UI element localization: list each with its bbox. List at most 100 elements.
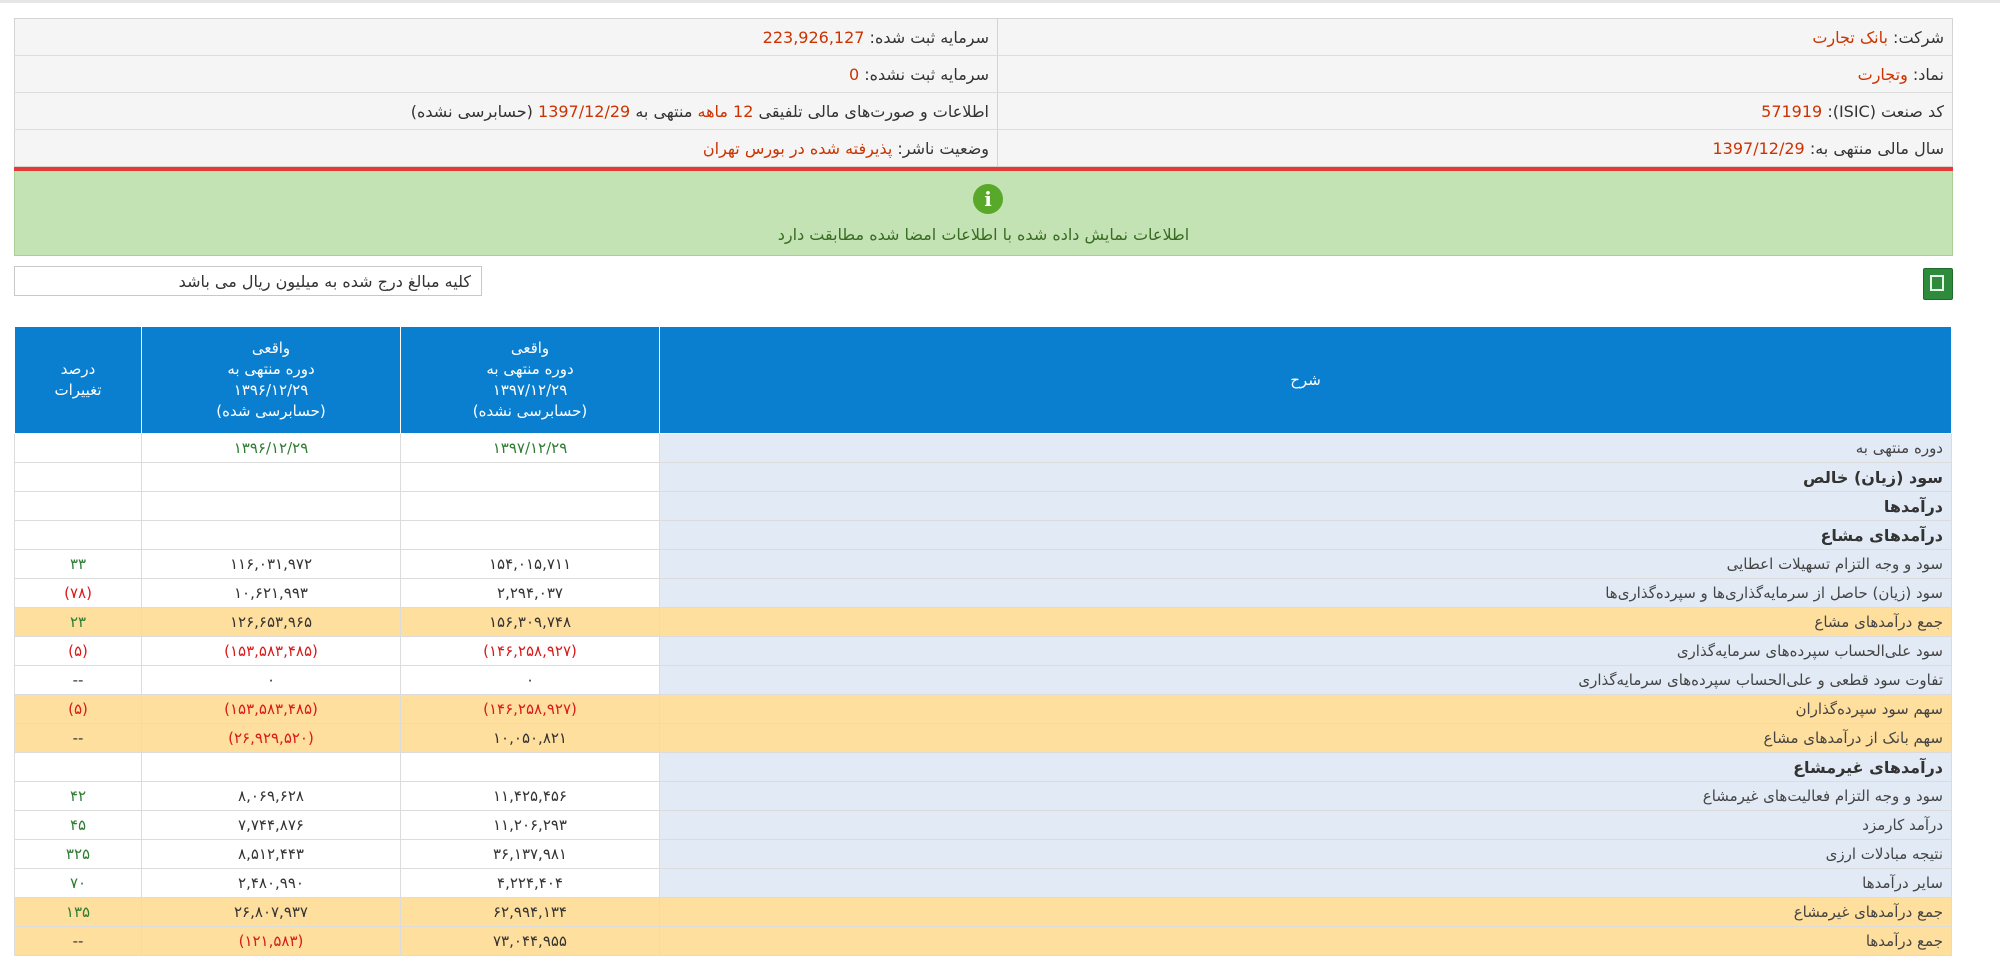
publisher-status-cell: وضعیت ناشر: پذیرفته شده در بورس تهران <box>15 130 998 167</box>
row-current-value: ۳۶,۱۳۷,۹۸۱ <box>400 839 660 869</box>
fiscal-year-label: سال مالی منتهی به: <box>1809 138 1944 158</box>
header-line: واقعی <box>510 339 550 357</box>
row-previous-value <box>141 491 401 521</box>
row-description: درآمد کارمزد <box>659 810 1952 840</box>
info-icon: i <box>973 184 1003 214</box>
row-current-value: ۰ <box>400 665 660 695</box>
row-description: دوره منتهی به <box>659 433 1952 463</box>
header-line: تغییرات <box>54 381 102 399</box>
row-current-value <box>400 462 660 492</box>
row-change-percent <box>14 491 142 521</box>
row-change-percent: ۱۳۵ <box>14 897 142 927</box>
row-description: جمع درآمدهای مشاع <box>659 607 1952 637</box>
row-current-value: ۷۳,۰۴۴,۹۵۵ <box>400 926 660 956</box>
row-previous-value: (۱۵۳,۵۸۳,۴۸۵) <box>141 694 401 724</box>
row-change-percent: (۵) <box>14 636 142 666</box>
header-line: دوره منتهی به <box>486 360 574 378</box>
unregistered-capital-value: 0 <box>848 64 860 84</box>
row-change-percent: (۷۸) <box>14 578 142 608</box>
header-line: ۱۳۹۶/۱۲/۲۹ <box>233 381 309 399</box>
row-previous-value <box>141 520 401 550</box>
header-line: دوره منتهی به <box>227 360 315 378</box>
table-header-row: شرح واقعی دوره منتهی به ۱۳۹۷/۱۲/۲۹ (حساب… <box>14 326 1952 434</box>
row-previous-value: ۲۶,۸۰۷,۹۳۷ <box>141 897 401 927</box>
table-row: نتیجه مبادلات ارزی ۳۶,۱۳۷,۹۸۱ ۸,۵۱۲,۴۴۳ ۳۲۵ <box>14 839 1952 869</box>
report-title-cell: اطلاعات و صورت‌های مالی تلفیقی 12 ماهه م… <box>14 92 998 130</box>
row-change-percent <box>14 520 142 550</box>
row-previous-value: ۱۰,۶۲۱,۹۹۳ <box>141 578 401 608</box>
header-line: (حسابرسی شده) <box>216 402 326 420</box>
symbol-cell: نماد: وتجارت <box>997 55 1953 93</box>
report-period: 12 ماهه <box>697 101 754 121</box>
info-row: نماد: وتجارت سرمایه ثبت نشده: 0 <box>14 55 1953 93</box>
table-row: جمع درآمدها ۷۳,۰۴۴,۹۵۵ (۱۲۱,۵۸۳) -- <box>14 926 1952 956</box>
row-description: سهم سود سپرده‌گذاران <box>659 694 1952 724</box>
row-previous-value: ۷,۷۴۴,۸۷۶ <box>141 810 401 840</box>
company-info-table: شرکت: بانک تجارت سرمایه ثبت شده: 223,926… <box>14 18 1953 167</box>
page-content: شرکت: بانک تجارت سرمایه ثبت شده: 223,926… <box>14 18 1953 956</box>
row-change-percent: -- <box>14 665 142 695</box>
table-row: درآمد کارمزد ۱۱,۲۰۶,۲۹۳ ۷,۷۴۴,۸۷۶ ۴۵ <box>14 810 1952 840</box>
table-row: سود و وجه التزام فعالیت‌های غیرمشاع ۱۱,۴۲… <box>14 781 1952 811</box>
row-previous-value: (۲۶,۹۲۹,۵۲۰) <box>141 723 401 753</box>
publisher-status-label: وضعیت ناشر: <box>897 138 989 158</box>
row-current-value: (۱۴۶,۲۵۸,۹۲۷) <box>400 694 660 724</box>
row-change-percent: ۳۳ <box>14 549 142 579</box>
table-row: سهم بانک از درآمدهای مشاع ۱۰,۰۵۰,۸۲۱ (۲۶,۹… <box>14 723 1952 753</box>
table-row: جمع درآمدهای مشاع ۱۵۶,۳۰۹,۷۴۸ ۱۲۶,۶۵۳,۹۶۵ ۲… <box>14 607 1952 637</box>
isic-label: کد صنعت (ISIC): <box>1827 101 1944 121</box>
unit-note: کلیه مبالغ درج شده به میلیون ریال می باش… <box>14 266 482 296</box>
publisher-status-value: پذیرفته شده در بورس تهران <box>702 138 893 158</box>
row-change-percent: ۴۵ <box>14 810 142 840</box>
income-statement-table: شرح واقعی دوره منتهی به ۱۳۹۷/۱۲/۲۹ (حساب… <box>14 326 1952 956</box>
header-line: واقعی <box>251 339 291 357</box>
row-change-percent: ۳۲۵ <box>14 839 142 869</box>
table-row: سود (زیان) خالص <box>14 462 1952 492</box>
unregistered-capital-label: سرمایه ثبت نشده: <box>864 64 989 84</box>
isic-cell: کد صنعت (ISIC): 571919 <box>997 92 1953 130</box>
info-row: سال مالی منتهی به: 1397/12/29 وضعیت ناشر… <box>15 129 1953 167</box>
row-change-percent: (۵) <box>14 694 142 724</box>
row-current-value: ۱۱,۲۰۶,۲۹۳ <box>400 810 660 840</box>
row-change-percent <box>14 752 142 782</box>
table-row: سود (زیان) حاصل از سرمایه‌گذاری‌ها و سپر… <box>14 578 1952 608</box>
row-current-value <box>400 491 660 521</box>
table-row: تفاوت سود قطعی و علی‌الحساب سپرده‌های سر… <box>14 665 1952 695</box>
row-current-value: (۱۴۶,۲۵۸,۹۲۷) <box>400 636 660 666</box>
row-description: سود (زیان) خالص <box>659 462 1952 492</box>
info-row: کد صنعت (ISIC): 571919 اطلاعات و صورت‌ها… <box>14 92 1953 130</box>
registered-capital-value: 223,926,127 <box>762 27 865 47</box>
row-description: تفاوت سود قطعی و علی‌الحساب سپرده‌های سر… <box>659 665 1952 695</box>
company-cell: شرکت: بانک تجارت <box>997 18 1953 56</box>
row-previous-value: ۲,۴۸۰,۹۹۰ <box>141 868 401 898</box>
row-change-percent <box>14 462 142 492</box>
row-description: سود (زیان) حاصل از سرمایه‌گذاری‌ها و سپر… <box>659 578 1952 608</box>
table-row: درآمدهای مشاع <box>14 520 1952 550</box>
row-change-percent: ۲۳ <box>14 607 142 637</box>
isic-value: 571919 <box>1761 101 1823 121</box>
row-change-percent: -- <box>14 723 142 753</box>
table-row: سود علی‌الحساب سپرده‌های سرمایه‌گذاری (۱۴… <box>14 636 1952 666</box>
excel-export-icon[interactable] <box>1923 268 1953 300</box>
row-current-value: ۱۵۴,۰۱۵,۷۱۱ <box>400 549 660 579</box>
row-change-percent <box>14 433 142 463</box>
row-change-percent: ۷۰ <box>14 868 142 898</box>
row-change-percent: -- <box>14 926 142 956</box>
row-current-value: ۱۱,۴۲۵,۴۵۶ <box>400 781 660 811</box>
row-previous-value <box>141 752 401 782</box>
company-label: شرکت: <box>1893 27 1944 47</box>
row-change-percent: ۴۲ <box>14 781 142 811</box>
registered-capital-label: سرمایه ثبت شده: <box>869 27 989 47</box>
row-previous-value: (۱۵۳,۵۸۳,۴۸۵) <box>141 636 401 666</box>
header-change-percent: درصد تغییرات <box>14 326 142 434</box>
header-description: شرح <box>659 326 1952 434</box>
table-row: دوره منتهی به ۱۳۹۷/۱۲/۲۹ ۱۳۹۶/۱۲/۲۹ <box>14 433 1952 463</box>
row-current-value: ۱۵۶,۳۰۹,۷۴۸ <box>400 607 660 637</box>
row-description: سود و وجه التزام تسهیلات اعطایی <box>659 549 1952 579</box>
row-current-value: ۶۲,۹۹۴,۱۳۴ <box>400 897 660 927</box>
report-date: 1397/12/29 <box>538 101 631 121</box>
row-current-value <box>400 520 660 550</box>
table-row: جمع درآمدهای غیرمشاع ۶۲,۹۹۴,۱۳۴ ۲۶,۸۰۷,۹۳۷… <box>14 897 1952 927</box>
row-description: سود و وجه التزام فعالیت‌های غیرمشاع <box>659 781 1952 811</box>
report-audit-status: (حسابرسی نشده) <box>410 101 533 121</box>
